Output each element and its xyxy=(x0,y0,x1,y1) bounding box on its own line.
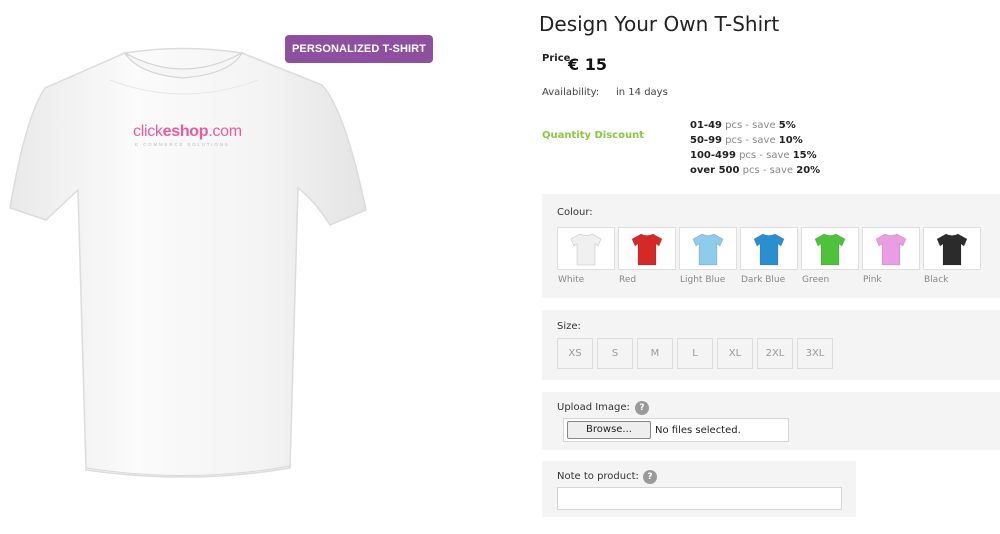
product-title: Design Your Own T-Shirt xyxy=(539,12,780,36)
colour-name: Dark Blue xyxy=(741,275,786,285)
upload-help-icon[interactable]: ? xyxy=(635,401,649,415)
colour-label: Colour: xyxy=(557,207,593,218)
size-option-m[interactable]: M xyxy=(637,338,673,369)
file-status: No files selected. xyxy=(655,425,741,436)
tshirt-icon xyxy=(753,233,785,265)
discount-item: 100-499 pcs - save 15% xyxy=(690,150,817,161)
size-option-s[interactable]: S xyxy=(597,338,633,369)
brand-tagline: E-COMMERCE SOLUTIONS xyxy=(135,142,230,147)
note-label: Note to product: xyxy=(557,471,639,482)
tshirt-icon xyxy=(875,233,907,265)
colour-swatch-red[interactable] xyxy=(618,227,676,270)
brand-logo: clickeshop.com xyxy=(133,123,242,140)
size-option-xl[interactable]: XL xyxy=(717,338,753,369)
discount-item: 50-99 pcs - save 10% xyxy=(690,135,803,146)
colour-name: Black xyxy=(924,275,949,285)
note-help-icon[interactable]: ? xyxy=(643,470,657,484)
colour-name: Green xyxy=(802,275,830,285)
availability-value: in 14 days xyxy=(616,87,668,98)
tshirt-icon xyxy=(631,233,663,265)
size-label: Size: xyxy=(557,321,581,332)
colour-name: Pink xyxy=(863,275,882,285)
tshirt-icon xyxy=(936,233,968,265)
size-option-2xl[interactable]: 2XL xyxy=(757,338,793,369)
price-label: Price xyxy=(542,53,571,64)
tshirt-image xyxy=(9,47,367,478)
colour-swatch-dark-blue[interactable] xyxy=(740,227,798,270)
size-option-xs[interactable]: XS xyxy=(557,338,593,369)
tshirt-icon xyxy=(692,233,724,265)
size-option-l[interactable]: L xyxy=(677,338,713,369)
discount-item: over 500 pcs - save 20% xyxy=(690,165,821,176)
colour-name: White xyxy=(558,275,585,285)
colour-swatch-black[interactable] xyxy=(923,227,981,270)
note-input[interactable] xyxy=(557,487,842,510)
colour-name: Light Blue xyxy=(680,275,726,285)
price-value: € 15 xyxy=(568,55,607,74)
availability-label: Availability: xyxy=(542,87,600,98)
product-image: PERSONALIZED T-SHIRT clickeshop.com E-CO… xyxy=(0,0,520,534)
colour-swatch-white[interactable] xyxy=(557,227,615,270)
tshirt-icon xyxy=(814,233,846,265)
personalized-badge: PERSONALIZED T-SHIRT xyxy=(285,35,434,63)
colour-swatch-green[interactable] xyxy=(801,227,859,270)
upload-image-label: Upload Image: xyxy=(557,402,630,413)
tshirt-icon xyxy=(570,233,602,265)
colour-name: Red xyxy=(619,275,637,285)
quantity-discount-list: 01-49 pcs - save 5% 50-99 pcs - save 10%… xyxy=(690,118,820,178)
size-option-3xl[interactable]: 3XL xyxy=(797,338,833,369)
colour-swatch-pink[interactable] xyxy=(862,227,920,270)
quantity-discount-label: Quantity Discount xyxy=(542,130,644,141)
colour-swatch-light-blue[interactable] xyxy=(679,227,737,270)
browse-button[interactable]: Browse... xyxy=(567,421,651,439)
discount-item: 01-49 pcs - save 5% xyxy=(690,120,796,131)
